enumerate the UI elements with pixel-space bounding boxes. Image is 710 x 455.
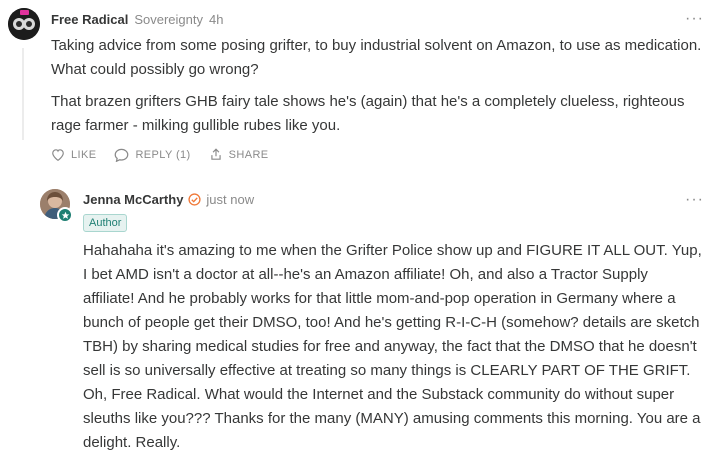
like-label: LIKE bbox=[71, 148, 97, 161]
verified-check-icon bbox=[188, 193, 202, 206]
comment-actions: LIKE REPLY (1) SHARE bbox=[51, 147, 287, 162]
reply-label: REPLY (1) bbox=[135, 148, 191, 161]
comment-header: Free Radical Sovereignty 4h bbox=[51, 12, 223, 27]
author-name[interactable]: Jenna McCarthy bbox=[83, 192, 183, 207]
thread-line bbox=[22, 48, 24, 140]
comment-paragraph: Taking advice from some posing grifter, … bbox=[51, 37, 702, 78]
comment-header: Jenna McCarthy just now bbox=[83, 192, 254, 207]
avatar[interactable] bbox=[8, 8, 40, 40]
like-button[interactable]: LIKE bbox=[51, 148, 96, 161]
author-badge: Author bbox=[83, 214, 128, 232]
speech-bubble-icon bbox=[115, 148, 129, 162]
share-icon bbox=[210, 148, 221, 160]
timestamp[interactable]: 4h bbox=[209, 12, 223, 27]
comment-body: Hahahaha it's amazing to me when the Gri… bbox=[83, 242, 702, 451]
comment-paragraph: That brazen grifters GHB fairy tale show… bbox=[51, 93, 685, 134]
reply-button[interactable]: REPLY (1) bbox=[114, 148, 190, 162]
timestamp[interactable]: just now bbox=[206, 192, 254, 207]
comment-body: Taking advice from some posing grifter, … bbox=[51, 34, 703, 138]
publication-name[interactable]: Sovereignty bbox=[134, 12, 203, 27]
heart-icon bbox=[52, 149, 64, 161]
more-options-icon[interactable]: ··· bbox=[685, 192, 704, 208]
author-name[interactable]: Free Radical bbox=[51, 12, 128, 27]
star-icon bbox=[57, 207, 73, 223]
share-button[interactable]: SHARE bbox=[209, 147, 269, 162]
more-options-icon[interactable]: ··· bbox=[685, 11, 704, 27]
share-label: SHARE bbox=[228, 148, 269, 161]
